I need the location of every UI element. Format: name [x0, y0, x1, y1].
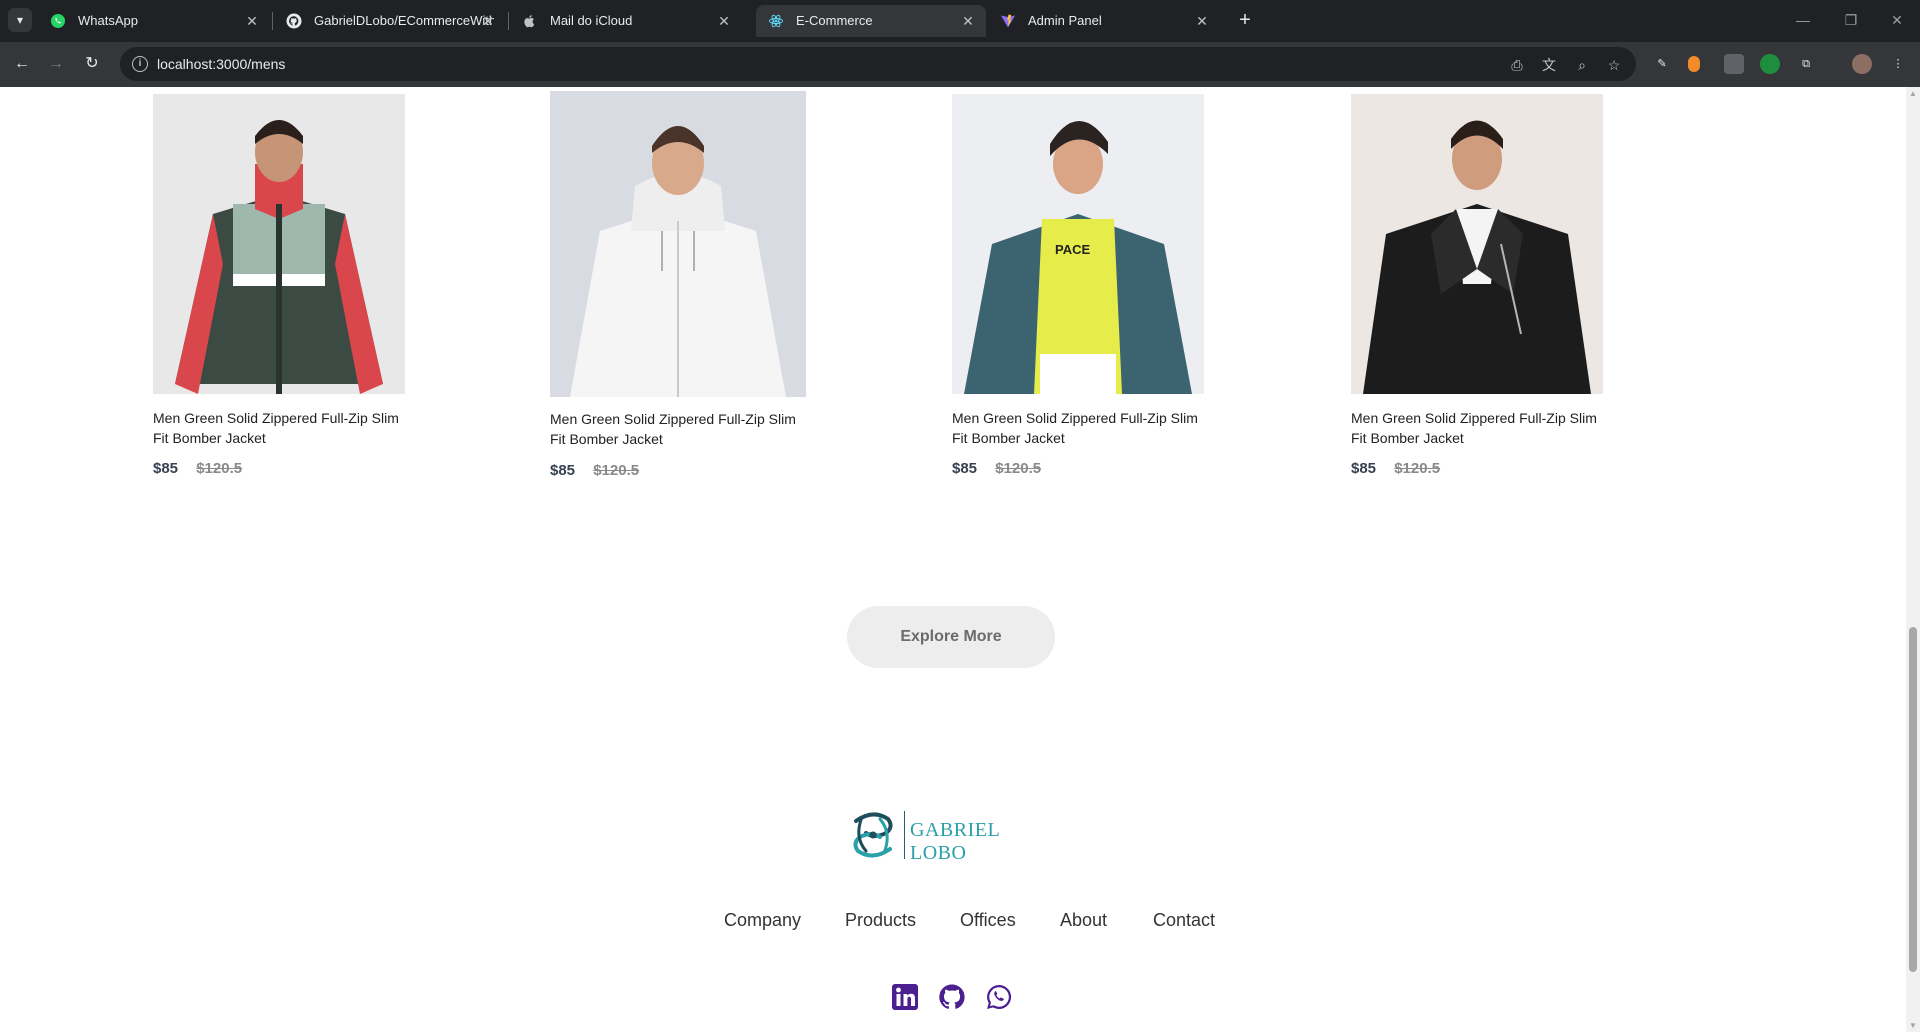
- page-content: Men Green Solid Zippered Full-Zip Slim F…: [0, 87, 1906, 1032]
- install-app-icon[interactable]: ⎙: [1508, 56, 1526, 74]
- extension-gray-icon[interactable]: [1724, 54, 1744, 74]
- page-scrollbar[interactable]: ▲ ▼: [1906, 87, 1920, 1032]
- tab-github[interactable]: GabrielDLobo/ECommerceWith ✕: [274, 5, 506, 37]
- site-info-icon[interactable]: i: [132, 56, 148, 72]
- logo-divider: [904, 811, 905, 859]
- product-old-price: $120.5: [593, 462, 640, 479]
- profile-avatar[interactable]: [1852, 54, 1872, 74]
- close-tab-icon[interactable]: ✕: [958, 5, 978, 37]
- extension-orange-icon[interactable]: [1688, 56, 1700, 72]
- tab-separator: [508, 12, 509, 30]
- product-name[interactable]: Men Green Solid Zippered Full-Zip Slim F…: [952, 408, 1212, 448]
- product-image-white-hooded-jacket: [550, 91, 806, 397]
- tab-separator: [272, 12, 273, 30]
- new-tab-button[interactable]: +: [1232, 8, 1258, 34]
- tab-title: GabrielDLobo/ECommerceWith: [314, 13, 494, 28]
- product-old-price: $120.5: [196, 460, 243, 477]
- extension-green-icon[interactable]: [1760, 54, 1780, 74]
- browser-toolbar: ← → ↻ i localhost:3000/mens ⎙ 文 ⌕ ☆ ✎ ⧉ …: [0, 42, 1920, 87]
- linkedin-icon[interactable]: [891, 983, 919, 1011]
- whatsapp-icon: [51, 14, 65, 28]
- tab-search-dropdown-icon[interactable]: ▾: [8, 8, 32, 32]
- footer-link-products[interactable]: Products: [845, 910, 916, 931]
- github-icon: [286, 13, 302, 29]
- logo-mark-icon: [853, 812, 893, 858]
- product-price-row: $85 $120.5: [952, 460, 1041, 477]
- back-icon[interactable]: ←: [8, 50, 36, 78]
- tab-admin-panel[interactable]: Admin Panel ✕: [988, 5, 1220, 37]
- translate-icon[interactable]: 文: [1540, 56, 1558, 74]
- close-tab-icon[interactable]: ✕: [1192, 5, 1212, 37]
- tab-title: E-Commerce: [796, 13, 873, 28]
- footer-link-offices[interactable]: Offices: [960, 910, 1016, 931]
- react-icon: [769, 14, 783, 28]
- scrollbar-thumb[interactable]: [1909, 627, 1917, 972]
- tab-ecommerce[interactable]: E-Commerce ✕: [756, 5, 986, 37]
- product-price-row: $85 $120.5: [153, 460, 242, 477]
- tab-icloud-mail[interactable]: Mail do iCloud ✕: [510, 5, 742, 37]
- product-new-price: $85: [550, 462, 576, 479]
- svg-text:PACE: PACE: [1055, 242, 1090, 257]
- reload-icon[interactable]: ↻: [78, 50, 106, 78]
- footer-link-about[interactable]: About: [1060, 910, 1107, 931]
- product-old-price: $120.5: [995, 460, 1042, 477]
- product-image[interactable]: [1351, 94, 1603, 394]
- eyedropper-extension-icon[interactable]: ✎: [1652, 54, 1672, 74]
- product-new-price: $85: [952, 460, 978, 477]
- vite-icon: [1001, 14, 1015, 28]
- apple-icon: [524, 15, 535, 28]
- browser-tab-bar: ▾ WhatsApp ✕ GabrielDLobo/ECommerceWith …: [0, 0, 1920, 42]
- product-image[interactable]: [153, 94, 405, 394]
- product-price-row: $85 $120.5: [550, 462, 639, 479]
- footer-logo[interactable]: GABRIEL LOBO: [848, 805, 1058, 864]
- product-name[interactable]: Men Green Solid Zippered Full-Zip Slim F…: [1351, 408, 1611, 448]
- tab-title: Admin Panel: [1028, 13, 1102, 28]
- footer-link-contact[interactable]: Contact: [1153, 910, 1215, 931]
- scroll-down-icon[interactable]: ▼: [1909, 1021, 1917, 1030]
- explore-more-button[interactable]: Explore More: [847, 606, 1055, 668]
- product-name[interactable]: Men Green Solid Zippered Full-Zip Slim F…: [550, 409, 810, 449]
- address-bar[interactable]: i localhost:3000/mens ⎙ 文 ⌕ ☆: [120, 47, 1636, 81]
- menu-kebab-icon[interactable]: ⋮: [1888, 54, 1908, 74]
- footer-link-company[interactable]: Company: [724, 910, 801, 931]
- bookmark-star-icon[interactable]: ☆: [1605, 56, 1623, 74]
- scroll-up-icon[interactable]: ▲: [1909, 89, 1917, 98]
- url-text[interactable]: localhost:3000/mens: [157, 47, 285, 81]
- github-icon[interactable]: [938, 983, 966, 1011]
- product-image-black-leather-jacket: [1351, 94, 1603, 394]
- minimize-icon[interactable]: —: [1780, 8, 1826, 32]
- close-tab-icon[interactable]: ✕: [478, 5, 498, 37]
- product-old-price: $120.5: [1394, 460, 1441, 477]
- logo-text: GABRIEL LOBO: [910, 819, 1000, 864]
- zoom-icon[interactable]: ⌕: [1573, 56, 1591, 74]
- product-price-row: $85 $120.5: [1351, 460, 1440, 477]
- forward-icon[interactable]: →: [42, 50, 70, 78]
- extensions-puzzle-icon[interactable]: ⧉: [1796, 54, 1816, 74]
- restore-icon[interactable]: ❐: [1828, 8, 1874, 32]
- product-new-price: $85: [153, 460, 179, 477]
- whatsapp-icon[interactable]: [985, 983, 1013, 1011]
- tab-title: WhatsApp: [78, 13, 138, 28]
- tab-whatsapp[interactable]: WhatsApp ✕: [38, 5, 270, 37]
- close-window-icon[interactable]: ✕: [1874, 8, 1920, 32]
- close-tab-icon[interactable]: ✕: [714, 5, 734, 37]
- product-image[interactable]: [550, 91, 806, 397]
- close-tab-icon[interactable]: ✕: [242, 5, 262, 37]
- product-image[interactable]: PACE: [952, 94, 1204, 394]
- tab-title: Mail do iCloud: [550, 13, 633, 28]
- product-new-price: $85: [1351, 460, 1377, 477]
- product-name[interactable]: Men Green Solid Zippered Full-Zip Slim F…: [153, 408, 413, 448]
- product-image-red-green-jacket: [153, 94, 405, 394]
- product-image-denim-jacket-yellow-hoodie: PACE: [952, 94, 1204, 394]
